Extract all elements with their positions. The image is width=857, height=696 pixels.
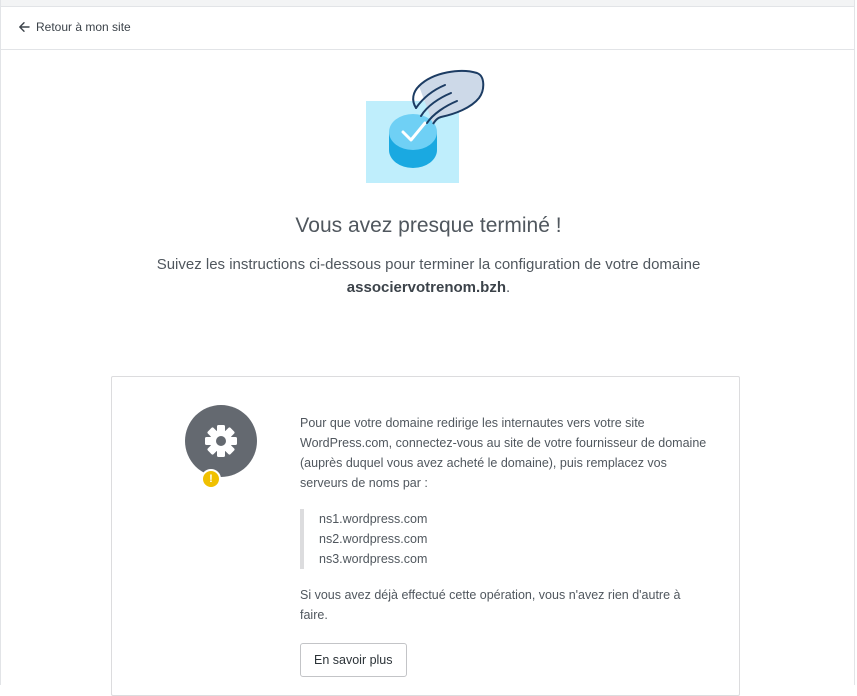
domain-suffix: .	[506, 279, 511, 296]
hand-checkmark-illustration	[361, 68, 491, 188]
back-to-site-link[interactable]: Retour à mon site	[18, 20, 131, 34]
page-frame: Retour à mon site Vous avez presque term…	[0, 0, 856, 696]
topbar: Retour à mon site	[1, 7, 854, 50]
subtitle-text: Suivez les instructions ci-dessous pour …	[156, 256, 701, 273]
instructions-text: Pour que votre domaine redirige les inte…	[300, 416, 707, 490]
nameserver-item: ns1.wordpress.com	[319, 512, 428, 526]
settings-status-icon: !	[185, 405, 257, 489]
card-content: Pour que votre domaine redirige les inte…	[300, 413, 710, 677]
nameserver-item: ns2.wordpress.com	[319, 532, 428, 546]
arrow-left-icon	[18, 21, 30, 33]
back-link-label: Retour à mon site	[36, 20, 131, 34]
nameserver-list: ns1.wordpress.com ns2.wordpress.com ns3.…	[300, 509, 710, 569]
nameserver-item: ns3.wordpress.com	[319, 552, 428, 566]
gear-icon	[185, 405, 257, 477]
warning-icon: !	[201, 469, 221, 489]
domain-name: associervotrenom.bzh	[346, 279, 507, 296]
nameserver-instructions-card: ! Pour que votre domaine redirige les in…	[111, 376, 740, 696]
subtitle-domain-line: associervotrenom.bzh.	[1, 276, 856, 299]
browser-top-strip	[1, 0, 854, 7]
page-title: Vous avez presque terminé !	[295, 214, 562, 237]
learn-more-button[interactable]: En savoir plus	[300, 643, 407, 677]
already-done-note: Si vous avez déjà effectué cette opérati…	[300, 588, 681, 622]
page-subtitle: Suivez les instructions ci-dessous pour …	[1, 253, 856, 299]
